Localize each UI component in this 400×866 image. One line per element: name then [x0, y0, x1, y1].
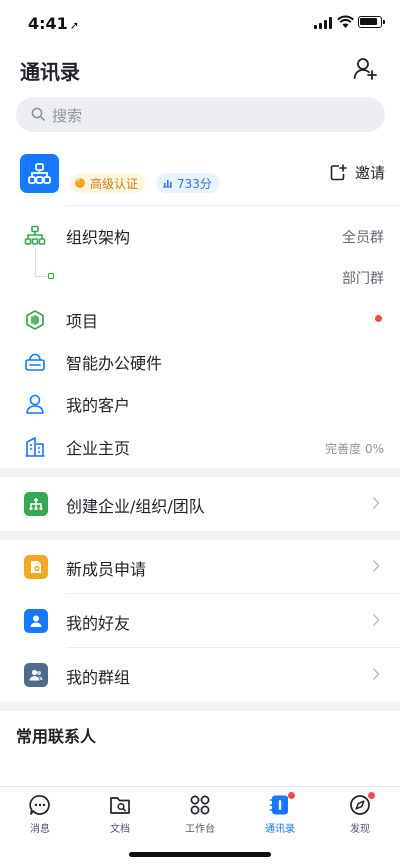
tab-messages[interactable]: 消息	[10, 794, 70, 835]
tab-label: 通讯录	[265, 824, 295, 835]
menu-label: 项目	[66, 312, 99, 331]
menu-label: 智能办公硬件	[66, 354, 163, 373]
tab-label: 发现	[350, 824, 370, 835]
group-icon	[24, 663, 48, 687]
project-icon	[26, 310, 44, 330]
create-org-label: 创建企业/组织/团队	[66, 497, 205, 516]
friend-icon	[24, 609, 48, 633]
chevron-right-icon	[372, 559, 380, 573]
notification-dot	[375, 315, 382, 322]
org-logo[interactable]	[20, 154, 59, 193]
tab-documents[interactable]: 文档	[90, 794, 150, 835]
score-label: 733分	[177, 176, 212, 191]
workbench-grid-icon	[190, 795, 210, 815]
section-gap	[0, 468, 400, 477]
message-icon	[29, 795, 50, 815]
menu-project[interactable]: 项目	[0, 299, 400, 339]
tree-connector	[35, 248, 36, 276]
tab-contacts[interactable]: 通讯录	[250, 792, 310, 835]
tree-connector	[35, 276, 49, 277]
smart-hardware-icon	[25, 353, 45, 371]
org-tree-icon	[28, 163, 51, 184]
notification-dot	[288, 792, 295, 799]
verified-check-icon	[75, 175, 85, 188]
menu-my-customers[interactable]: 我的客户	[0, 383, 400, 423]
invite-label: 邀请	[355, 164, 386, 182]
menu-org-structure[interactable]: 组织架构 全员群	[0, 215, 400, 255]
my-groups-row[interactable]: 我的群组	[0, 648, 400, 702]
sub-department-node[interactable]	[48, 273, 54, 279]
search-placeholder: 搜索	[52, 107, 83, 125]
completeness-text: 完善度 0%	[325, 442, 384, 456]
my-friends-row[interactable]: 我的好友	[0, 594, 400, 648]
create-org-row[interactable]: 创建企业/组织/团队	[0, 477, 400, 531]
status-bar: 4:41 ➚	[0, 0, 400, 46]
row-label: 我的群组	[66, 668, 131, 687]
enterprise-building-icon	[25, 437, 45, 457]
invite-button[interactable]: 邀请	[330, 162, 385, 183]
bar-chart-icon	[163, 180, 172, 188]
certification-badge[interactable]: 高级认证	[70, 173, 146, 193]
tab-label: 工作台	[185, 824, 215, 835]
battery-icon	[358, 16, 385, 28]
divider	[66, 205, 400, 206]
status-time: 4:41 ➚	[28, 14, 79, 33]
menu-label: 企业主页	[66, 439, 131, 458]
section-gap	[0, 702, 400, 711]
section-gap	[0, 531, 400, 540]
chevron-right-icon	[372, 496, 380, 510]
search-input[interactable]: 搜索	[16, 97, 385, 132]
cellular-signal-icon	[314, 17, 332, 29]
invite-icon	[330, 164, 347, 181]
score-badge[interactable]: 733分	[156, 173, 220, 193]
location-arrow-icon: ➚	[69, 19, 80, 32]
tab-label: 消息	[30, 824, 50, 835]
search-icon	[31, 107, 45, 121]
menu-enterprise-homepage[interactable]: 企业主页 完善度 0%	[0, 426, 400, 466]
page-title: 通讯录	[20, 60, 80, 84]
frequent-contacts-heading: 常用联系人	[16, 727, 97, 746]
new-member-request-row[interactable]: 新成员申请	[0, 540, 400, 594]
wifi-icon	[337, 15, 354, 28]
tab-label: 文档	[110, 824, 130, 835]
chevron-right-icon	[372, 667, 380, 681]
tab-workbench[interactable]: 工作台	[170, 794, 230, 835]
menu-label: 组织架构	[66, 228, 131, 247]
notification-dot	[368, 792, 375, 799]
add-contact-button[interactable]	[352, 56, 378, 82]
clock-text: 4:41	[28, 14, 68, 33]
create-org-icon	[24, 492, 48, 516]
menu-smart-hardware[interactable]: 智能办公硬件	[0, 341, 400, 381]
chevron-right-icon	[372, 613, 380, 627]
department-group-link[interactable]: 部门群	[342, 268, 384, 288]
all-staff-group-link[interactable]: 全员群	[342, 227, 384, 247]
new-member-icon	[24, 555, 48, 579]
org-structure-icon	[24, 225, 46, 245]
customer-icon	[26, 394, 44, 414]
tab-discover[interactable]: 发现	[330, 792, 390, 835]
cert-label: 高级认证	[90, 176, 139, 191]
home-indicator	[129, 852, 271, 857]
document-folder-icon	[110, 797, 130, 814]
row-label: 我的好友	[66, 614, 131, 633]
row-label: 新成员申请	[66, 560, 147, 579]
menu-label: 我的客户	[66, 396, 131, 415]
